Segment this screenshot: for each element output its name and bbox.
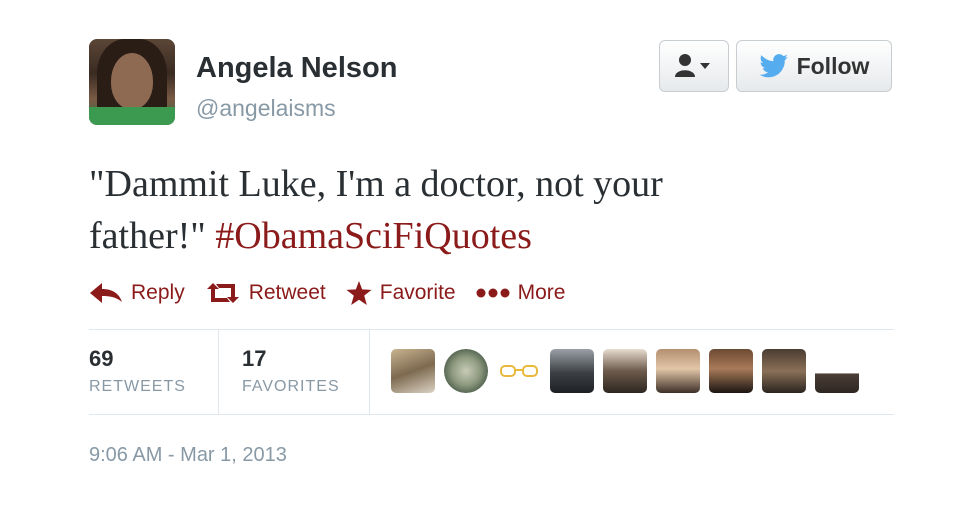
- engager-avatar[interactable]: [603, 349, 647, 393]
- engager-avatar[interactable]: [656, 349, 700, 393]
- favorites-label[interactable]: FAVORITES: [242, 378, 340, 396]
- more-label: More: [517, 281, 566, 304]
- user-username[interactable]: @angelaisms: [196, 95, 336, 122]
- ellipsis-icon: [476, 288, 510, 298]
- retweets-label[interactable]: RETWEETS: [89, 378, 186, 396]
- more-action[interactable]: More: [476, 281, 566, 305]
- retweet-action[interactable]: Retweet: [205, 281, 326, 305]
- follow-label: Follow: [796, 52, 870, 79]
- engagement-avatars: [391, 349, 868, 393]
- user-caret-icon: [675, 54, 710, 77]
- tweet-text-line1: "Dammit Luke, I'm a doctor, not your: [89, 163, 663, 205]
- user-fullname[interactable]: Angela Nelson: [196, 52, 397, 85]
- engager-avatar[interactable]: [815, 349, 859, 393]
- reply-icon: [90, 283, 122, 303]
- tweet-timestamp[interactable]: 9:06 AM - Mar 1, 2013: [89, 444, 287, 467]
- favorite-action[interactable]: Favorite: [346, 281, 456, 305]
- engager-avatar[interactable]: [444, 349, 488, 393]
- reply-label: Reply: [131, 281, 185, 304]
- retweets-count[interactable]: 69: [89, 346, 113, 372]
- engager-avatar[interactable]: [709, 349, 753, 393]
- retweet-label: Retweet: [248, 281, 326, 304]
- user-actions-dropdown-button[interactable]: [659, 40, 729, 92]
- tweet-actions: Reply Retweet Favorite More: [89, 276, 585, 310]
- stats-divider-top: [89, 329, 894, 330]
- favorite-label: Favorite: [379, 281, 456, 304]
- tweet-text-line2: father!": [89, 215, 206, 257]
- tweet-text: "Dammit Luke, I'm a doctor, not your fat…: [89, 158, 889, 262]
- engager-avatar[interactable]: [497, 349, 541, 393]
- user-avatar[interactable]: [89, 39, 175, 125]
- tweet-card: Angela Nelson @angelaisms Follow "Dammit…: [0, 0, 980, 517]
- stats-separator: [369, 329, 370, 415]
- engager-avatar[interactable]: [391, 349, 435, 393]
- stats-divider-bottom: [89, 414, 894, 415]
- reply-action[interactable]: Reply: [89, 281, 185, 305]
- retweet-icon: [206, 283, 239, 303]
- engager-avatar[interactable]: [550, 349, 594, 393]
- stats-separator: [218, 329, 219, 415]
- favorites-count[interactable]: 17: [242, 346, 266, 372]
- glasses-icon: [500, 365, 538, 377]
- engager-avatar[interactable]: [762, 349, 806, 393]
- star-icon: [346, 281, 372, 305]
- hashtag-link[interactable]: #ObamaSciFiQuotes: [215, 215, 532, 257]
- follow-button[interactable]: Follow: [736, 40, 892, 92]
- twitter-bird-icon: [759, 54, 788, 78]
